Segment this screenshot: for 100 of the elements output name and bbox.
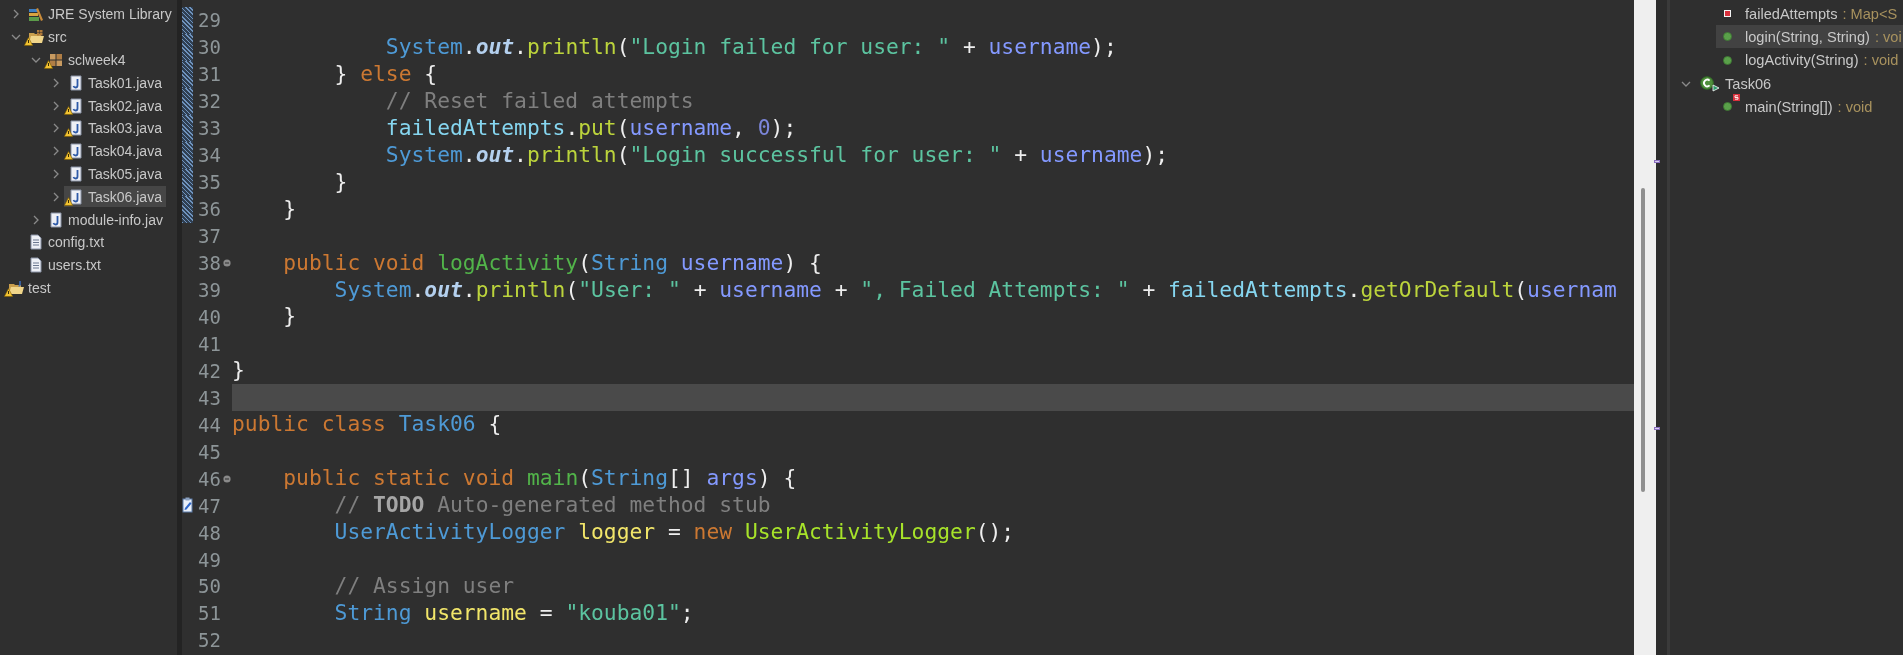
tree-item[interactable]: Task05.java	[64, 163, 166, 185]
line-number: 38	[197, 251, 221, 277]
code-line: UserActivityLogger logger = new UserActivityLogger();	[333, 519, 1016, 547]
class-icon	[1700, 75, 1720, 92]
tree-item-label[interactable]: sclweek4	[68, 52, 126, 68]
line-number: 31	[197, 62, 221, 88]
chevron-right-icon[interactable]	[31, 214, 41, 225]
chevron-right-icon[interactable]	[51, 146, 61, 157]
line-number: 36	[197, 197, 221, 223]
folder-icon	[8, 279, 24, 296]
tree-item-label[interactable]: Task06.java	[88, 188, 162, 205]
outline-item[interactable]: login(String, String) : voi	[1716, 25, 1903, 49]
chevron-right-icon[interactable]	[51, 77, 61, 88]
overview-marker[interactable]	[1654, 160, 1660, 163]
tree-item[interactable]: JRE System Library	[24, 3, 176, 25]
code-line: System.out.println("User: " + username + ", Failed Attempts: " + failedAttempts.getOrDefault(usernam	[333, 276, 1618, 304]
tree-item[interactable]: config.txt	[24, 231, 109, 253]
tree-item[interactable]: Task04.java	[64, 140, 166, 162]
line-number: 49	[197, 547, 221, 573]
method-icon	[1722, 55, 1732, 65]
line-number: 52	[197, 628, 221, 654]
tree-item[interactable]: test	[4, 277, 55, 299]
chevron-right-icon[interactable]	[51, 100, 61, 111]
line-number: 50	[197, 574, 221, 600]
tree-item[interactable]: Task03.java	[64, 117, 166, 139]
scrollbar-thumb[interactable]	[1641, 188, 1645, 492]
tree-item-label[interactable]: Task02.java	[88, 97, 162, 114]
code-line: } else {	[333, 60, 439, 88]
tree-item[interactable]: src	[24, 26, 71, 48]
code-line: // Reset failed attempts	[384, 87, 695, 115]
package-icon	[48, 52, 64, 68]
line-number: 30	[197, 35, 221, 61]
tree-item-label[interactable]: test	[28, 279, 51, 296]
task-icon	[182, 497, 193, 514]
line-number: 29	[197, 8, 221, 34]
outline-item[interactable]: main(String[]) : void	[1716, 95, 1903, 119]
code-line: failedAttempts.put(username, 0);	[384, 114, 798, 142]
code-line: public static void main(String[] args) {	[282, 465, 798, 493]
java-file-icon	[48, 211, 64, 228]
line-number: 42	[197, 358, 221, 384]
line-number: 40	[197, 304, 221, 330]
tree-item[interactable]: users.txt	[24, 254, 105, 276]
java-file-icon	[68, 97, 84, 114]
tree-item[interactable]: Task02.java	[64, 95, 166, 117]
line-number: 35	[197, 170, 221, 196]
java-file-icon	[68, 188, 84, 205]
chevron-right-icon[interactable]	[51, 191, 61, 202]
line-number: 48	[197, 520, 221, 546]
code-line: System.out.println("Login successful for user: " + username);	[384, 141, 1170, 169]
java-file-icon	[68, 143, 84, 160]
java-file-icon	[68, 120, 84, 137]
chevron-right-icon[interactable]	[51, 123, 61, 134]
line-number: 33	[197, 116, 221, 142]
outline-item-label[interactable]: main(String[]) : void	[1745, 98, 1873, 115]
code-line: }	[282, 195, 298, 223]
code-line: }	[282, 303, 298, 331]
line-number: 39	[197, 278, 221, 303]
line-number: 45	[197, 439, 221, 465]
code-line: // TODO Auto-generated method stub	[333, 492, 772, 520]
chevron-right-icon[interactable]	[11, 9, 21, 20]
code-line: }	[232, 357, 246, 385]
tree-item[interactable]: Task01.java	[64, 72, 166, 94]
outline-item[interactable]: Task06	[1700, 72, 1903, 96]
books-icon	[28, 6, 44, 23]
overview-marker[interactable]	[1654, 427, 1660, 430]
tree-item-label[interactable]: Task05.java	[88, 165, 162, 182]
field-icon	[1723, 10, 1731, 18]
tree-item-label[interactable]: users.txt	[48, 257, 101, 274]
tree-item-label[interactable]: Task01.java	[88, 74, 162, 91]
chevron-down-icon[interactable]	[31, 55, 41, 65]
method-icon	[1722, 32, 1732, 42]
collapse-icon[interactable]	[222, 259, 231, 268]
method-icon	[1722, 102, 1732, 112]
code-line: // Assign user	[333, 573, 516, 600]
code-line: }	[333, 168, 349, 196]
collapse-icon[interactable]	[222, 474, 231, 483]
outline-item-label[interactable]: logActivity(String) : void	[1745, 52, 1899, 69]
tree-item-label[interactable]: JRE System Library	[48, 6, 172, 23]
outline-item-label[interactable]: Task06	[1725, 75, 1772, 92]
tree-item-label[interactable]: src	[48, 29, 67, 46]
outline-item-label[interactable]: login(String, String) : voi	[1745, 28, 1902, 45]
line-number: 37	[197, 224, 221, 250]
outline-item-label[interactable]: failedAttempts : Map<S	[1745, 5, 1898, 22]
line-number: 51	[197, 601, 221, 627]
java-file-icon	[68, 165, 84, 182]
line-number: 34	[197, 143, 221, 169]
chevron-right-icon[interactable]	[51, 168, 61, 179]
code-line: public void logActivity(String username) {	[282, 249, 823, 277]
line-number: 32	[197, 89, 221, 115]
tree-item-label[interactable]: module-info.jav	[68, 211, 163, 228]
tree-item-label[interactable]: config.txt	[48, 234, 105, 251]
tree-item[interactable]: module-info.jav	[44, 209, 167, 231]
outline-item[interactable]: failedAttempts : Map<S	[1716, 2, 1903, 26]
tree-item-label[interactable]: Task03.java	[88, 120, 162, 137]
tree-item[interactable]: sclweek4	[44, 49, 130, 71]
text-file-icon	[28, 257, 44, 274]
tree-item-label[interactable]: Task04.java	[88, 143, 162, 160]
code-line: public class Task06 {	[232, 411, 503, 439]
tree-item[interactable]: Task06.java	[64, 186, 166, 208]
outline-item[interactable]: logActivity(String) : void	[1716, 48, 1903, 72]
